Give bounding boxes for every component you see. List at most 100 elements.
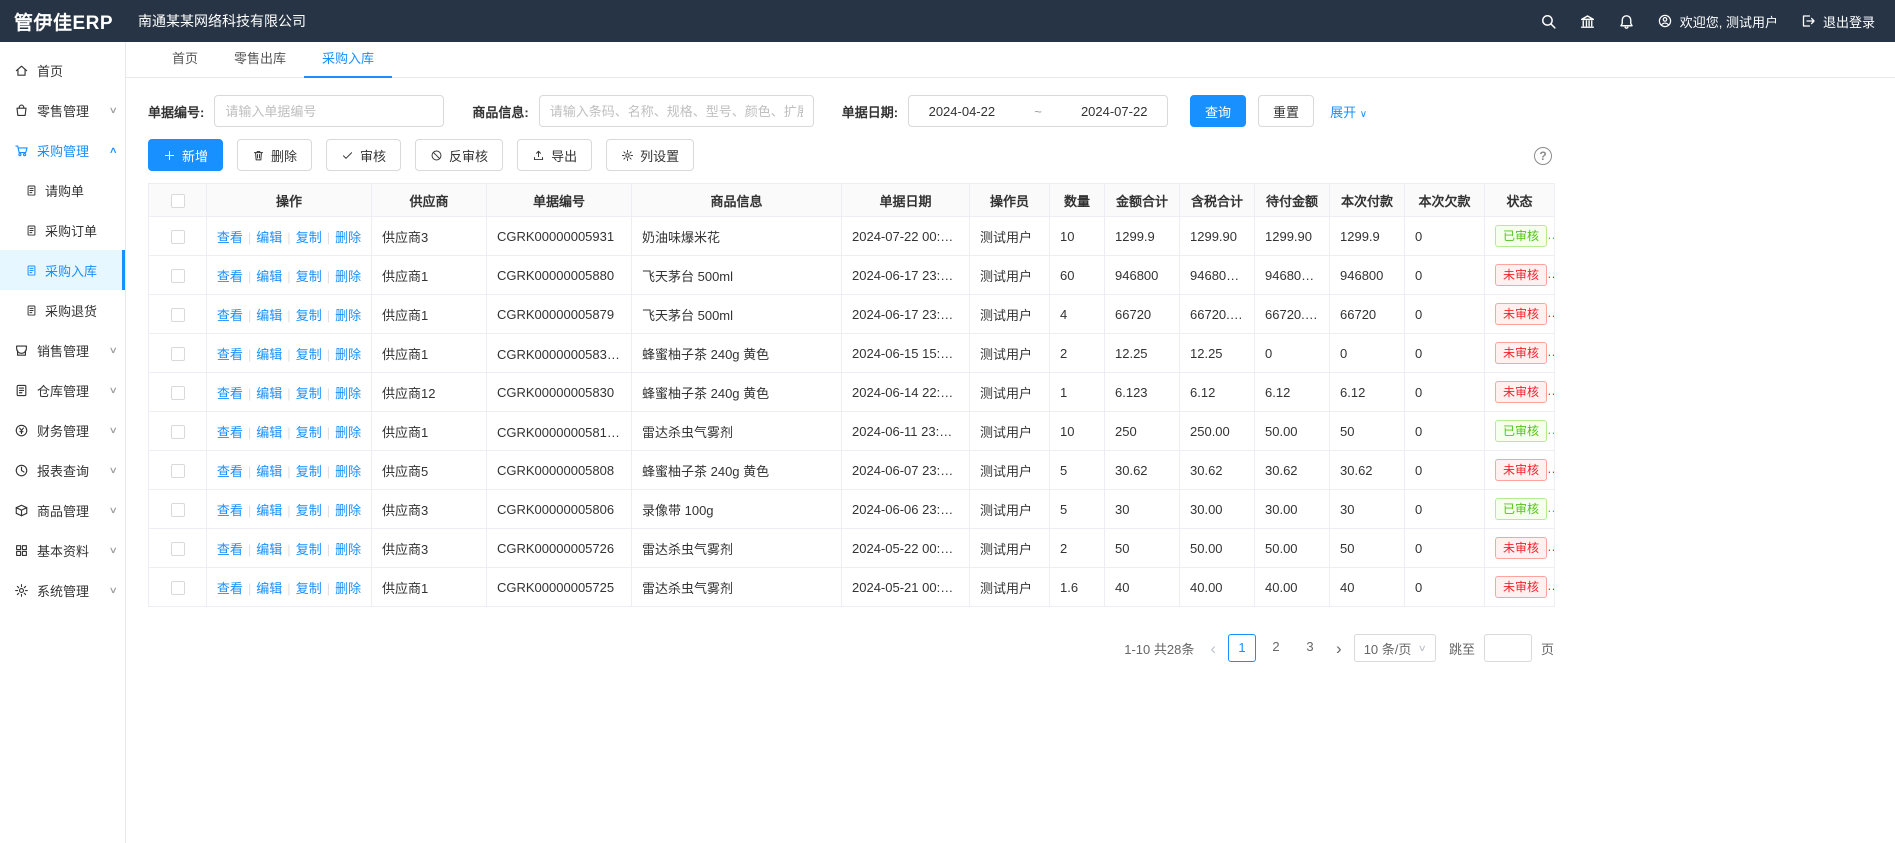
row-action-delete[interactable]: 删除: [335, 503, 361, 518]
row-action-edit[interactable]: 编辑: [256, 230, 282, 245]
row-checkbox[interactable]: [171, 542, 185, 556]
row-checkbox[interactable]: [171, 347, 185, 361]
row-action-view[interactable]: 查看: [217, 386, 243, 401]
sidebar-item-goods[interactable]: 商品管理∨: [0, 490, 125, 530]
row-checkbox[interactable]: [171, 386, 185, 400]
date-from-value[interactable]: 2024-04-22: [929, 104, 996, 119]
row-checkbox[interactable]: [171, 425, 185, 439]
sidebar-item-home[interactable]: 首页: [0, 50, 125, 90]
tab-purchase-inbound[interactable]: 采购入库: [304, 42, 392, 78]
sidebar-item-system[interactable]: 系统管理∨: [0, 570, 125, 610]
row-action-copy[interactable]: 复制: [296, 542, 322, 557]
help-icon[interactable]: ?: [1534, 147, 1552, 165]
prev-page-button[interactable]: ‹: [1207, 640, 1219, 657]
row-action-edit[interactable]: 编辑: [256, 386, 282, 401]
row-action-edit[interactable]: 编辑: [256, 347, 282, 362]
sidebar-item-basic[interactable]: 基本资料∨: [0, 530, 125, 570]
bell-icon[interactable]: [1618, 13, 1635, 30]
row-checkbox[interactable]: [171, 464, 185, 478]
order-no-input[interactable]: [214, 95, 444, 127]
row-action-view[interactable]: 查看: [217, 542, 243, 557]
row-checkbox[interactable]: [171, 581, 185, 595]
column-settings-button[interactable]: 列设置: [606, 139, 694, 171]
row-checkbox[interactable]: [171, 308, 185, 322]
row-action-copy[interactable]: 复制: [296, 425, 322, 440]
row-action-delete[interactable]: 删除: [335, 386, 361, 401]
action-separator: |: [287, 230, 290, 245]
sidebar-item-finance[interactable]: 财务管理∨: [0, 410, 125, 450]
sidebar-subitem-purchase-order[interactable]: 采购订单: [0, 210, 125, 250]
row-action-delete[interactable]: 删除: [335, 347, 361, 362]
sidebar-item-retail[interactable]: 零售管理∨: [0, 90, 125, 130]
audit-button[interactable]: 审核: [326, 139, 401, 171]
expand-link[interactable]: 展开 ∨: [1330, 102, 1367, 121]
sidebar-item-label: 销售管理: [37, 341, 89, 360]
date-range-picker[interactable]: 2024-04-22 ~ 2024-07-22: [908, 95, 1168, 127]
row-action-edit[interactable]: 编辑: [256, 269, 282, 284]
select-all-checkbox[interactable]: [171, 194, 185, 208]
sidebar-subitem-purchase-inbound[interactable]: 采购入库: [0, 250, 125, 290]
welcome-user[interactable]: 欢迎您, 测试用户: [1657, 12, 1778, 31]
logout-button[interactable]: 退出登录: [1800, 12, 1875, 31]
jump-page-input[interactable]: [1484, 634, 1532, 662]
sidebar-subitem-purchase-return[interactable]: 采购退货: [0, 290, 125, 330]
sidebar-item-warehouse[interactable]: 仓库管理∨: [0, 370, 125, 410]
page-button-3[interactable]: 3: [1296, 634, 1324, 662]
row-action-delete[interactable]: 删除: [335, 581, 361, 596]
row-action-delete[interactable]: 删除: [335, 464, 361, 479]
row-action-edit[interactable]: 编辑: [256, 425, 282, 440]
page-button-1[interactable]: 1: [1228, 634, 1256, 662]
row-action-edit[interactable]: 编辑: [256, 464, 282, 479]
row-action-copy[interactable]: 复制: [296, 386, 322, 401]
row-action-view[interactable]: 查看: [217, 347, 243, 362]
date-to-value[interactable]: 2024-07-22: [1081, 104, 1148, 119]
row-checkbox[interactable]: [171, 503, 185, 517]
search-icon[interactable]: [1540, 13, 1557, 30]
reset-button[interactable]: 重置: [1258, 95, 1314, 127]
sidebar-item-report[interactable]: 报表查询∨: [0, 450, 125, 490]
row-action-delete[interactable]: 删除: [335, 425, 361, 440]
row-action-view[interactable]: 查看: [217, 425, 243, 440]
row-action-edit[interactable]: 编辑: [256, 542, 282, 557]
ban-icon: [430, 149, 443, 162]
tab-retail-outbound[interactable]: 零售出库: [216, 42, 304, 78]
row-action-edit[interactable]: 编辑: [256, 503, 282, 518]
sidebar-item-sales[interactable]: 销售管理∨: [0, 330, 125, 370]
row-action-view[interactable]: 查看: [217, 503, 243, 518]
row-checkbox[interactable]: [171, 269, 185, 283]
unaudit-button[interactable]: 反审核: [415, 139, 503, 171]
row-action-copy[interactable]: 复制: [296, 230, 322, 245]
page-button-2[interactable]: 2: [1262, 634, 1290, 662]
row-action-delete[interactable]: 删除: [335, 542, 361, 557]
row-action-edit[interactable]: 编辑: [256, 308, 282, 323]
cell-product: 雷达杀虫气雾剂: [632, 529, 842, 568]
row-action-copy[interactable]: 复制: [296, 464, 322, 479]
row-action-copy[interactable]: 复制: [296, 581, 322, 596]
row-action-delete[interactable]: 删除: [335, 230, 361, 245]
product-info-input[interactable]: [539, 95, 814, 127]
delete-button[interactable]: 删除: [237, 139, 312, 171]
action-separator: |: [287, 347, 290, 362]
export-button[interactable]: 导出: [517, 139, 592, 171]
row-action-delete[interactable]: 删除: [335, 308, 361, 323]
row-action-delete[interactable]: 删除: [335, 269, 361, 284]
row-action-copy[interactable]: 复制: [296, 269, 322, 284]
row-action-view[interactable]: 查看: [217, 308, 243, 323]
page-size-select[interactable]: 10 条/页 ∨: [1354, 634, 1436, 662]
row-action-copy[interactable]: 复制: [296, 503, 322, 518]
row-action-view[interactable]: 查看: [217, 464, 243, 479]
sidebar-item-purchase[interactable]: 采购管理∧: [0, 130, 125, 170]
sidebar-subitem-request-order[interactable]: 请购单: [0, 170, 125, 210]
row-action-edit[interactable]: 编辑: [256, 581, 282, 596]
row-action-view[interactable]: 查看: [217, 581, 243, 596]
bank-icon[interactable]: [1579, 13, 1596, 30]
add-button[interactable]: 新增: [148, 139, 223, 171]
row-action-copy[interactable]: 复制: [296, 347, 322, 362]
next-page-button[interactable]: ›: [1333, 640, 1345, 657]
tab-home[interactable]: 首页: [154, 42, 216, 78]
row-action-copy[interactable]: 复制: [296, 308, 322, 323]
row-action-view[interactable]: 查看: [217, 230, 243, 245]
search-button[interactable]: 查询: [1190, 95, 1246, 127]
row-action-view[interactable]: 查看: [217, 269, 243, 284]
row-checkbox[interactable]: [171, 230, 185, 244]
